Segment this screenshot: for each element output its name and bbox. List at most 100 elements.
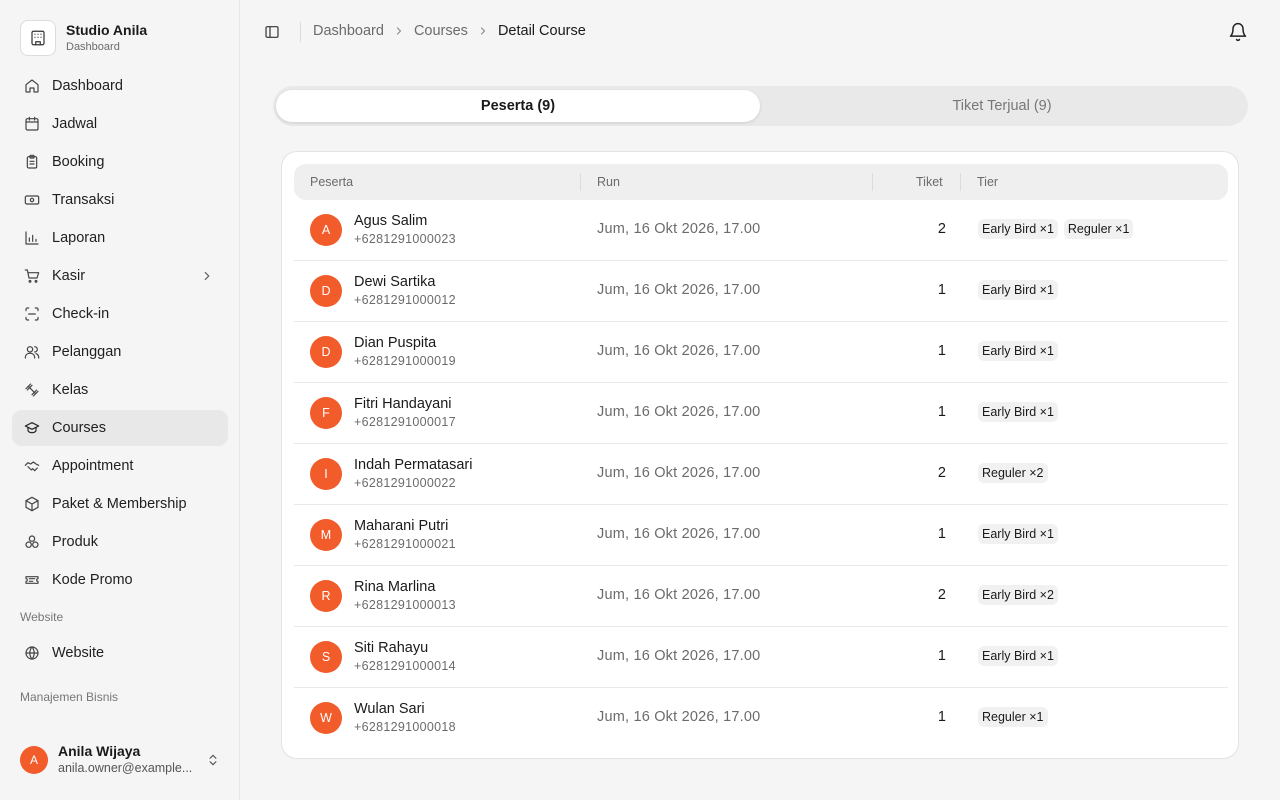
- avatar: W: [310, 702, 342, 734]
- table-header: Peserta Run Tiket Tier: [294, 164, 1228, 200]
- sidebar-item-check-in[interactable]: Check-in: [12, 296, 228, 332]
- table-row[interactable]: R Rina Marlina +6281291000013 Jum, 16 Okt 2…: [294, 566, 1228, 627]
- avatar: M: [310, 519, 342, 551]
- tab-peserta[interactable]: Peserta (9): [276, 90, 760, 122]
- run-datetime: Jum, 16 Okt 2026, 17.00: [597, 343, 761, 359]
- calendar-icon: [24, 116, 40, 132]
- avatar: R: [310, 580, 342, 612]
- sidebar-item-kode-promo[interactable]: Kode Promo: [12, 562, 228, 598]
- participant-phone: +6281291000023: [354, 232, 456, 246]
- section-label-website: Website: [20, 610, 64, 624]
- user-menu[interactable]: A Anila Wijaya anila.owner@example...: [20, 742, 224, 778]
- run-datetime: Jum, 16 Okt 2026, 17.00: [597, 709, 761, 725]
- tier-list: Early Bird ×1: [978, 341, 1064, 361]
- table-row[interactable]: D Dewi Sartika +6281291000012 Jum, 16 Okt 2…: [294, 261, 1228, 322]
- breadcrumb-courses[interactable]: Courses: [414, 23, 468, 39]
- sidebar-item-dashboard[interactable]: Dashboard: [12, 68, 228, 104]
- sidebar-item-label: Booking: [52, 154, 105, 170]
- column-divider: [872, 173, 873, 191]
- ticket-count: 2: [937, 465, 946, 481]
- dumbbell-icon: [24, 382, 40, 398]
- sidebar-item-booking[interactable]: Booking: [12, 144, 228, 180]
- run-datetime: Jum, 16 Okt 2026, 17.00: [597, 587, 761, 603]
- avatar: F: [310, 397, 342, 429]
- participant-name: Fitri Handayani: [354, 396, 452, 412]
- chevrons-up-down-icon[interactable]: [206, 752, 220, 773]
- home-icon: [24, 78, 40, 94]
- boxes-icon: [24, 534, 40, 550]
- table-row[interactable]: W Wulan Sari +6281291000018 Jum, 16 Okt 202…: [294, 688, 1228, 749]
- scan-icon: [24, 306, 40, 322]
- run-datetime: Jum, 16 Okt 2026, 17.00: [597, 221, 761, 237]
- participant-name: Indah Permatasari: [354, 457, 473, 473]
- sidebar-item-kasir[interactable]: Kasir: [12, 258, 228, 294]
- sidebar-item-appointment[interactable]: Appointment: [12, 448, 228, 484]
- participant-name: Dian Puspita: [354, 335, 437, 351]
- table-row[interactable]: S Siti Rahayu +6281291000014 Jum, 16 Okt 20…: [294, 627, 1228, 688]
- participant-phone: +6281291000013: [354, 598, 456, 612]
- top-bar: Dashboard Courses Detail Course: [240, 0, 1280, 64]
- table-row[interactable]: D Dian Puspita +6281291000019 Jum, 16 Okt 2…: [294, 322, 1228, 383]
- globe-icon: [24, 645, 40, 661]
- tier-badge: Reguler ×1: [978, 707, 1048, 727]
- sidebar-item-label: Courses: [52, 420, 106, 436]
- sidebar-item-label: Dashboard: [52, 78, 123, 94]
- table-row[interactable]: A Agus Salim +6281291000023 Jum, 16 Okt 202…: [294, 200, 1228, 261]
- package-icon: [24, 496, 40, 512]
- sidebar-toggle-icon[interactable]: [262, 22, 282, 42]
- brand[interactable]: Studio Anila Dashboard: [20, 20, 147, 56]
- ticket-icon: [24, 572, 40, 588]
- tab-list: Peserta (9) Tiket Terjual (9): [273, 86, 1248, 126]
- sidebar-item-kelas[interactable]: Kelas: [12, 372, 228, 408]
- column-divider: [580, 173, 581, 191]
- breadcrumb-dashboard[interactable]: Dashboard: [313, 23, 384, 39]
- chevron-right-icon: [477, 25, 489, 37]
- tier-badge: Reguler ×2: [978, 463, 1048, 483]
- graduation-cap-icon: [24, 420, 40, 436]
- ticket-count: 1: [937, 648, 946, 664]
- table-row[interactable]: M Maharani Putri +6281291000021 Jum, 16 Okt…: [294, 505, 1228, 566]
- sidebar-item-label: Kelas: [52, 382, 89, 398]
- tab-tiket-terjual[interactable]: Tiket Terjual (9): [760, 90, 1244, 122]
- sidebar-item-courses[interactable]: Courses: [12, 410, 228, 446]
- building-icon: [20, 20, 56, 56]
- table-row[interactable]: F Fitri Handayani +6281291000017 Jum, 16 Ok…: [294, 383, 1228, 444]
- sidebar-item-label: Paket & Membership: [52, 496, 187, 512]
- tier-list: Reguler ×2: [978, 463, 1054, 483]
- ticket-count: 1: [937, 404, 946, 420]
- tier-list: Early Bird ×1: [978, 280, 1064, 300]
- chevron-right-icon: [393, 25, 405, 37]
- cart-icon: [24, 268, 40, 284]
- tier-list: Early Bird ×1 Reguler ×1: [978, 219, 1139, 239]
- sidebar-item-label: Produk: [52, 534, 98, 550]
- column-header-tiket: Tiket: [916, 175, 943, 189]
- avatar: S: [310, 641, 342, 673]
- sidebar-item-jadwal[interactable]: Jadwal: [12, 106, 228, 142]
- run-datetime: Jum, 16 Okt 2026, 17.00: [597, 404, 761, 420]
- participant-name: Siti Rahayu: [354, 640, 429, 656]
- sidebar-nav: Dashboard Jadwal Booking Transaksi Lapor…: [12, 68, 228, 600]
- avatar: A: [20, 746, 48, 774]
- sidebar-item-laporan[interactable]: Laporan: [12, 220, 228, 256]
- sidebar-item-label: Website: [52, 645, 105, 661]
- sidebar-item-pelanggan[interactable]: Pelanggan: [12, 334, 228, 370]
- sidebar-item-label: Jadwal: [52, 116, 98, 132]
- sidebar-item-transaksi[interactable]: Transaksi: [12, 182, 228, 218]
- sidebar-item-produk[interactable]: Produk: [12, 524, 228, 560]
- sidebar-item-website[interactable]: Website: [12, 635, 228, 671]
- participant-phone: +6281291000014: [354, 659, 456, 673]
- tier-badge: Early Bird ×1: [978, 280, 1058, 300]
- sidebar-item-paket-membership[interactable]: Paket & Membership: [12, 486, 228, 522]
- run-datetime: Jum, 16 Okt 2026, 17.00: [597, 526, 761, 542]
- bell-icon[interactable]: [1228, 22, 1248, 47]
- ticket-count: 2: [937, 587, 946, 603]
- user-email: anila.owner@example...: [58, 761, 193, 775]
- tier-badge: Early Bird ×1: [978, 646, 1058, 666]
- participants-card: Peserta Run Tiket Tier A Agus Salim +62812…: [281, 151, 1239, 759]
- table-row[interactable]: I Indah Permatasari +6281291000022 Jum, 16 …: [294, 444, 1228, 505]
- chevron-right-icon: [200, 269, 214, 287]
- participant-phone: +6281291000019: [354, 354, 456, 368]
- participant-name: Agus Salim: [354, 213, 428, 229]
- ticket-count: 1: [937, 282, 946, 298]
- column-header-run: Run: [597, 175, 620, 189]
